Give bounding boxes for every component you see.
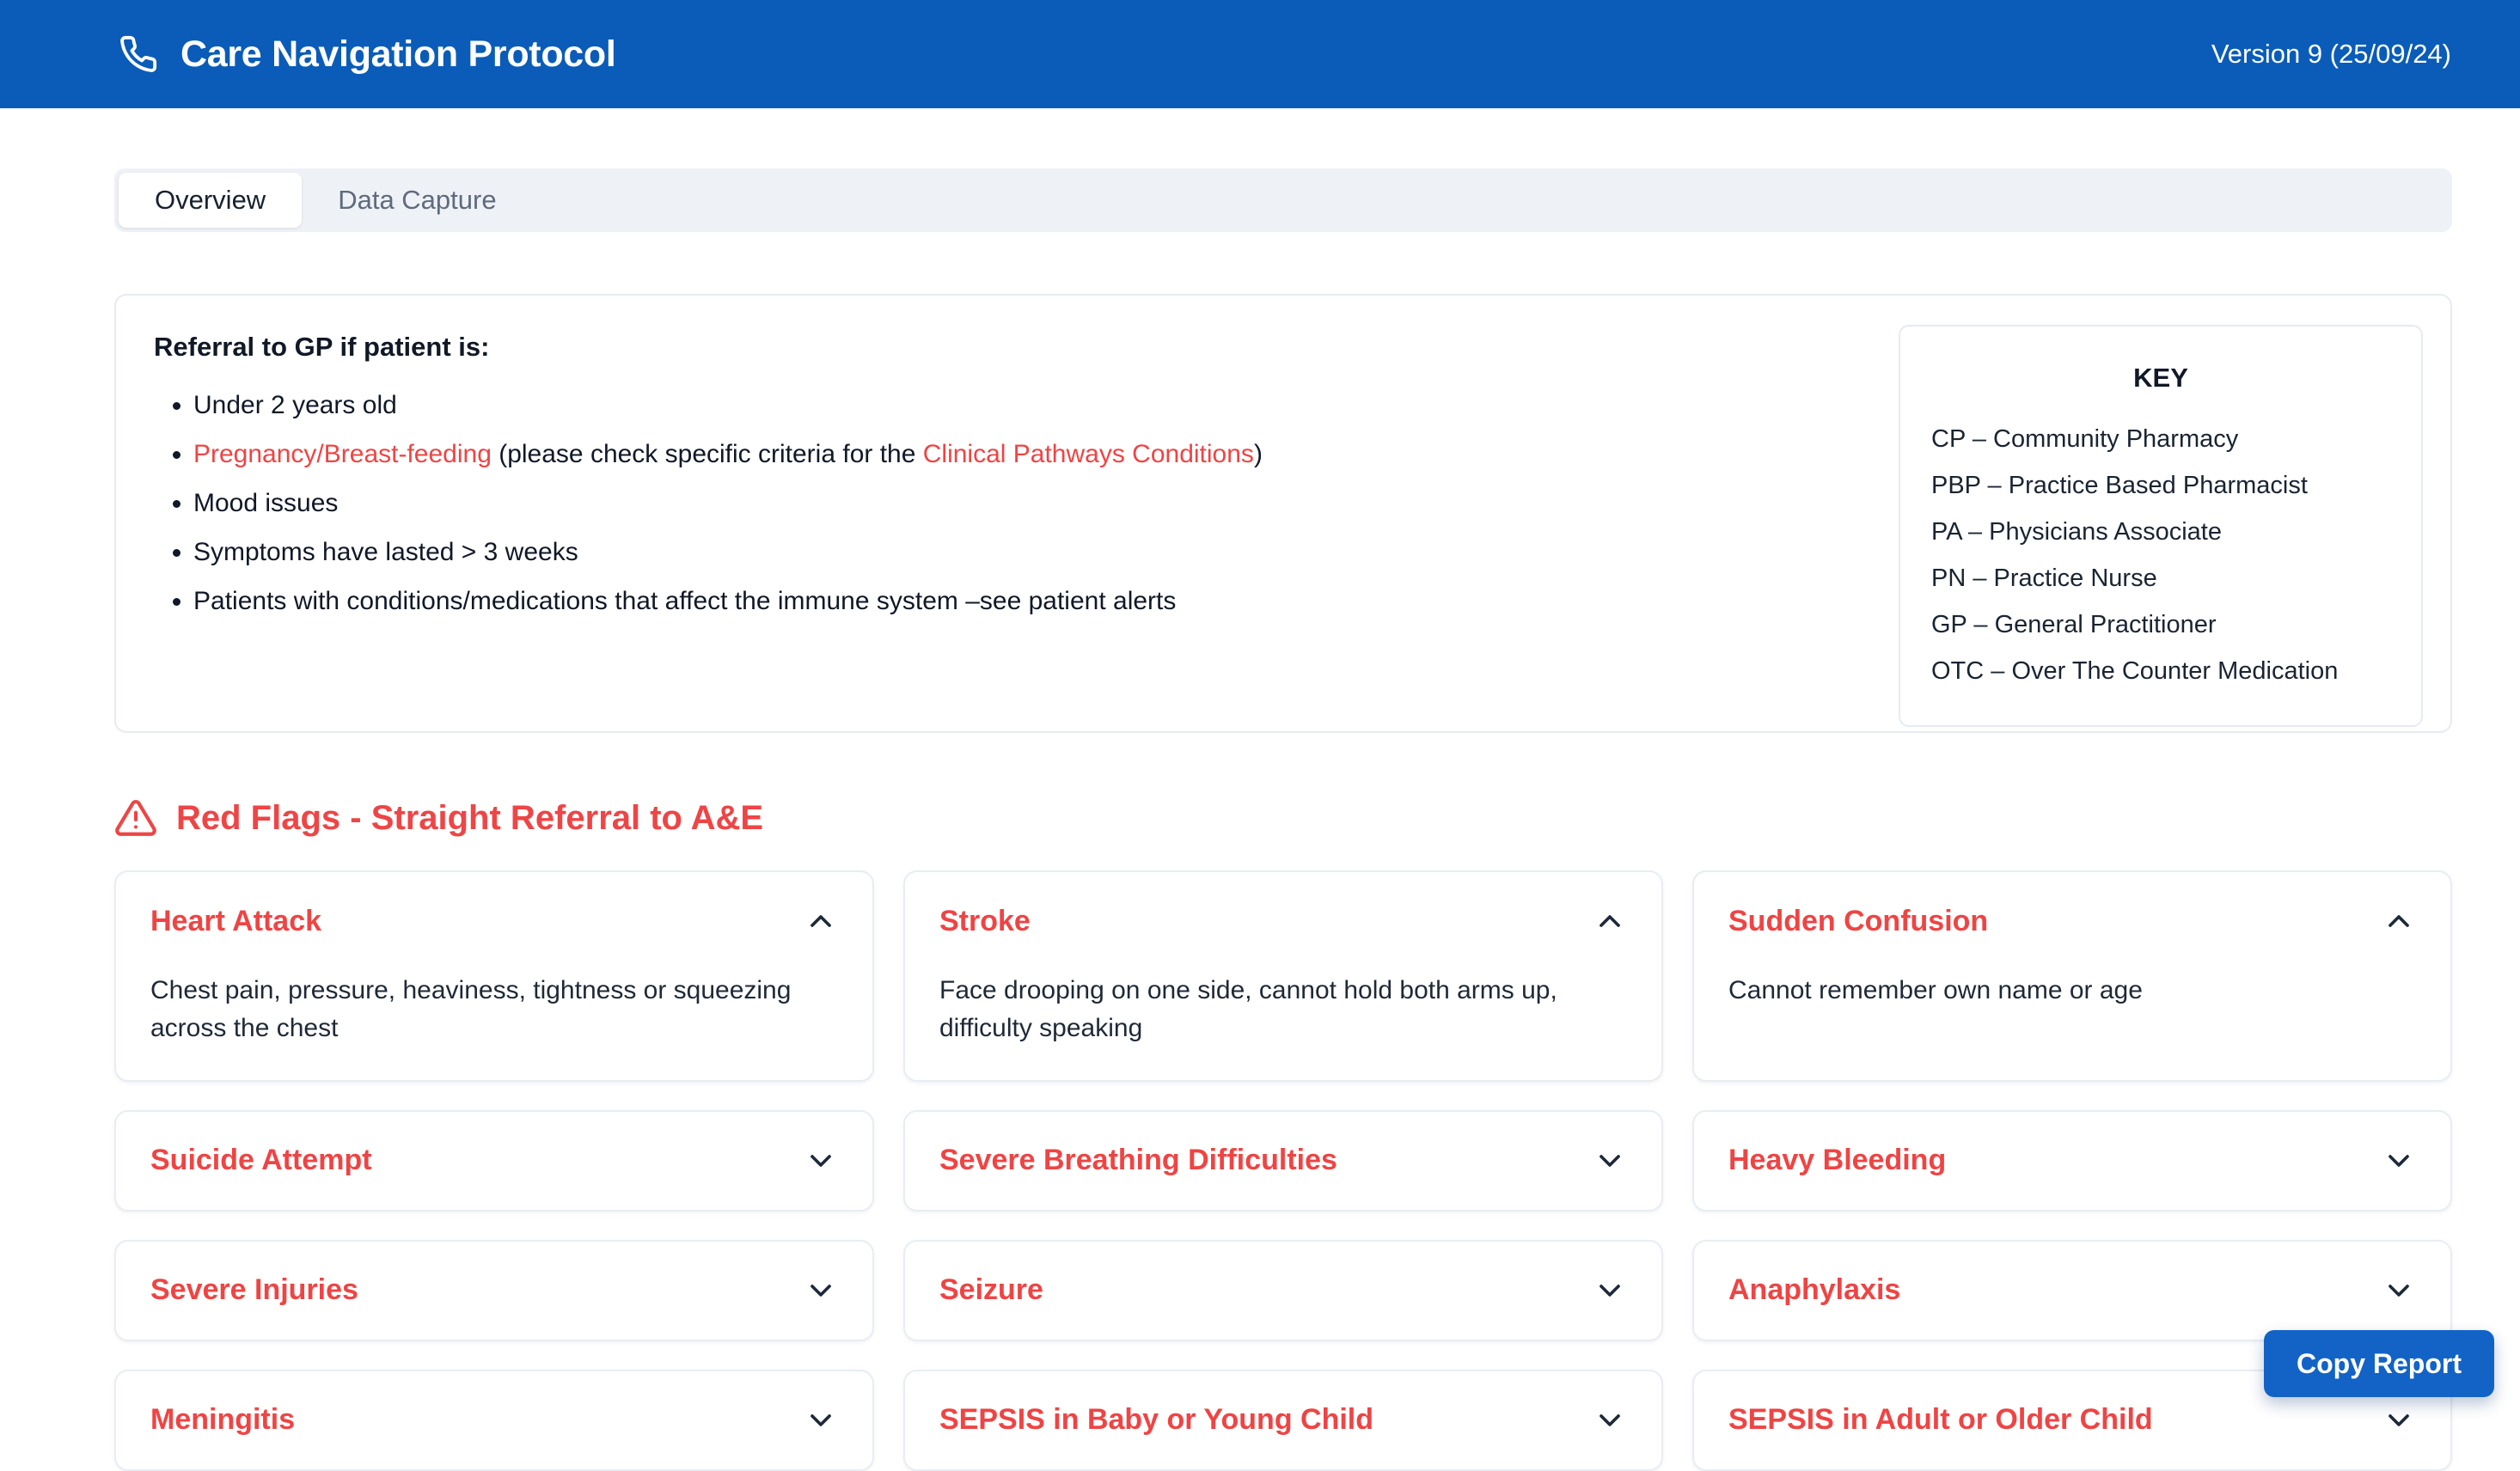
tab-bar: Overview Data Capture	[114, 168, 2452, 232]
chevron-up-icon	[1593, 904, 1627, 938]
chevron-down-icon	[804, 1144, 838, 1178]
referral-text-segment: Under 2 years old	[193, 391, 397, 419]
red-flag-card-header[interactable]: SEPSIS in Baby or Young Child	[939, 1371, 1627, 1469]
chevron-down-icon	[2382, 1403, 2416, 1437]
red-flag-card: Sudden Confusion Cannot remember own nam…	[1692, 870, 2452, 1082]
red-flag-card-header[interactable]: Sudden Confusion	[1728, 872, 2416, 970]
red-flag-card: SEPSIS in Baby or Young Child	[903, 1370, 1663, 1471]
red-flag-card-title: Heavy Bleeding	[1728, 1144, 1946, 1177]
red-flag-card-header[interactable]: Severe Injuries	[150, 1242, 838, 1340]
chevron-down-icon	[804, 1273, 838, 1308]
red-flag-card-header[interactable]: Anaphylaxis	[1728, 1242, 2416, 1340]
red-flag-card-description: Cannot remember own name or age	[1728, 970, 2407, 1042]
chevron-down-icon	[1593, 1273, 1627, 1308]
red-flag-card-header[interactable]: Heavy Bleeding	[1728, 1112, 2416, 1210]
referral-text-segment: )	[1254, 440, 1263, 468]
red-flag-card-header[interactable]: Stroke	[939, 872, 1627, 970]
referral-text-segment: Patients with conditions/medications tha…	[193, 587, 1176, 615]
red-flag-card-header[interactable]: Meningitis	[150, 1371, 838, 1469]
red-flag-card-title: Sudden Confusion	[1728, 905, 1988, 938]
key-entry: CP – Community Pharmacy	[1931, 416, 2390, 462]
main-content: Overview Data Capture Referral to GP if …	[0, 168, 2520, 1471]
warning-triangle-icon	[114, 797, 157, 839]
red-flag-card: Severe Injuries	[114, 1240, 874, 1341]
red-flag-card-title: Suicide Attempt	[150, 1144, 372, 1177]
red-flags-heading: Red Flags - Straight Referral to A&E	[114, 797, 2452, 839]
referral-text-segment: Pregnancy/Breast-feeding	[193, 440, 492, 468]
red-flag-card: Suicide Attempt	[114, 1110, 874, 1212]
red-flag-card-title: Stroke	[939, 905, 1031, 938]
red-flag-card-header[interactable]: Suicide Attempt	[150, 1112, 838, 1210]
red-flag-card-description: Face drooping on one side, cannot hold b…	[939, 970, 1618, 1080]
referral-text-segment: Mood issues	[193, 489, 338, 517]
red-flag-card: Anaphylaxis	[1692, 1240, 2452, 1341]
chevron-up-icon	[2382, 904, 2416, 938]
key-entry: GP – General Practitioner	[1931, 601, 2390, 648]
key-title: KEY	[1931, 363, 2390, 394]
phone-icon	[119, 34, 158, 74]
key-entry: PA – Physicians Associate	[1931, 509, 2390, 555]
red-flag-card-title: SEPSIS in Adult or Older Child	[1728, 1403, 2153, 1437]
chevron-down-icon	[1593, 1403, 1627, 1437]
red-flag-card-title: SEPSIS in Baby or Young Child	[939, 1403, 1373, 1437]
key-entry: OTC – Over The Counter Medication	[1931, 648, 2390, 694]
key-entry: PN – Practice Nurse	[1931, 555, 2390, 601]
chevron-down-icon	[2382, 1144, 2416, 1178]
tab-overview[interactable]: Overview	[119, 173, 302, 228]
red-flag-card-title: Severe Injuries	[150, 1273, 358, 1307]
red-flag-card: Stroke Face drooping on one side, cannot…	[903, 870, 1663, 1082]
referral-text-segment: (please check specific criteria for the	[492, 440, 923, 468]
key-entry: PBP – Practice Based Pharmacist	[1931, 462, 2390, 509]
chevron-down-icon	[804, 1403, 838, 1437]
red-flags-heading-text: Red Flags - Straight Referral to A&E	[176, 799, 763, 838]
red-flag-card-title: Seizure	[939, 1273, 1043, 1307]
page-title: Care Navigation Protocol	[180, 34, 616, 76]
red-flag-card-title: Severe Breathing Difficulties	[939, 1144, 1337, 1177]
red-flag-card-header[interactable]: Seizure	[939, 1242, 1627, 1340]
version-label: Version 9 (25/09/24)	[2211, 39, 2451, 70]
chevron-down-icon	[1593, 1144, 1627, 1178]
key-list: CP – Community PharmacyPBP – Practice Ba…	[1931, 416, 2390, 694]
red-flag-card: Meningitis	[114, 1370, 874, 1471]
red-flag-card: Seizure	[903, 1240, 1663, 1341]
chevron-down-icon	[2382, 1273, 2416, 1308]
referral-text-segment: Symptoms have lasted > 3 weeks	[193, 538, 578, 566]
copy-report-button[interactable]: Copy Report	[2264, 1330, 2494, 1397]
tab-data-capture[interactable]: Data Capture	[302, 173, 532, 228]
chevron-up-icon	[804, 904, 838, 938]
red-flag-card: Heavy Bleeding	[1692, 1110, 2452, 1212]
key-box: KEY CP – Community PharmacyPBP – Practic…	[1899, 325, 2423, 727]
referral-panel: Referral to GP if patient is: Under 2 ye…	[114, 294, 2452, 733]
red-flag-card-description: Chest pain, pressure, heaviness, tightne…	[150, 970, 829, 1080]
red-flag-card-header[interactable]: Heart Attack	[150, 872, 838, 970]
red-flag-card-title: Heart Attack	[150, 905, 321, 938]
red-flag-card-title: Anaphylaxis	[1728, 1273, 1900, 1307]
red-flag-card: Heart Attack Chest pain, pressure, heavi…	[114, 870, 874, 1082]
clinical-pathways-link[interactable]: Clinical Pathways Conditions	[923, 440, 1254, 468]
app-header: Care Navigation Protocol Version 9 (25/0…	[0, 0, 2520, 108]
red-flags-grid: Heart Attack Chest pain, pressure, heavi…	[114, 870, 2452, 1471]
red-flag-card: Severe Breathing Difficulties	[903, 1110, 1663, 1212]
red-flag-card-title: Meningitis	[150, 1403, 295, 1437]
red-flag-card-header[interactable]: Severe Breathing Difficulties	[939, 1112, 1627, 1210]
